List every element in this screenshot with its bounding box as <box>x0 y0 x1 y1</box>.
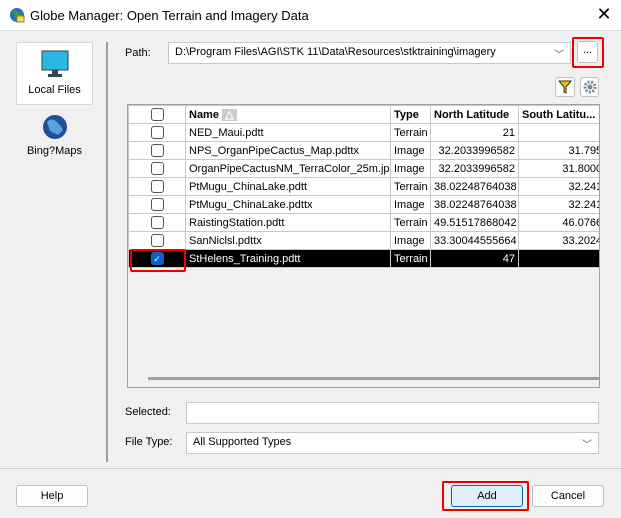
column-header-north-latitude[interactable]: North Latitude <box>430 105 519 124</box>
sidebar-item-label: Bing?Maps <box>26 145 83 157</box>
file-type: Image <box>390 141 431 160</box>
divider <box>106 42 108 462</box>
file-name: OrganPipeCactusNM_TerraColor_25m.jp2 <box>185 159 391 178</box>
path-label: Path: <box>125 47 151 59</box>
select-all-header[interactable] <box>128 105 186 124</box>
column-header-name[interactable]: Name △ <box>185 105 391 124</box>
add-button[interactable]: Add <box>451 485 523 507</box>
file-type: Image <box>390 159 431 178</box>
north-latitude: 32.2033996582 <box>430 159 519 178</box>
sidebar-item-bing-maps[interactable]: Bing?Maps <box>16 112 93 167</box>
sort-ascending-icon: △ <box>222 109 237 121</box>
file-name: PtMugu_ChinaLake.pdttx <box>185 195 391 214</box>
file-name: PtMugu_ChinaLake.pdtt <box>185 177 391 196</box>
table-row[interactable]: ✓ StHelens_Training.pdtt Terrain 47 46 <box>128 249 599 268</box>
source-sidebar: Local Files Bing?Maps <box>16 42 93 467</box>
row-checkbox[interactable] <box>150 126 164 139</box>
globe-app-icon <box>10 8 25 23</box>
file-name: StHelens_Training.pdtt <box>185 249 391 268</box>
south-latitude: 20.5 <box>518 123 599 142</box>
row-checkbox-cell[interactable] <box>128 159 186 178</box>
filter-icon <box>557 80 573 94</box>
row-checkbox[interactable] <box>150 162 164 175</box>
file-type-label: File Type: <box>125 436 173 448</box>
north-latitude: 38.02248764038 <box>430 195 519 214</box>
table-row[interactable]: PtMugu_ChinaLake.pdtt Terrain 38.0224876… <box>128 177 599 196</box>
filter-button[interactable] <box>555 77 575 97</box>
row-checkbox-cell[interactable] <box>128 177 186 196</box>
north-latitude: 33.30044555664 <box>430 231 519 250</box>
file-name: RaistingStation.pdtt <box>185 213 391 232</box>
row-checkbox[interactable] <box>150 216 164 229</box>
file-table: Name △ Type North Latitude South Latitu.… <box>127 104 600 388</box>
north-latitude: 38.02248764038 <box>430 177 519 196</box>
path-combo[interactable]: D:\Program Files\AGI\STK 11\Data\Resourc… <box>168 42 571 64</box>
table-row[interactable]: OrganPipeCactusNM_TerraColor_25m.jp2 Ima… <box>128 159 599 178</box>
gear-icon <box>583 80 596 94</box>
table-row[interactable]: NED_Maui.pdtt Terrain 21 20.5 <box>128 123 599 142</box>
column-header-south-latitude[interactable]: South Latitu... <box>518 105 599 124</box>
north-latitude: 47 <box>430 249 519 268</box>
south-latitude: 31.80002593994 <box>518 159 599 178</box>
north-latitude: 49.51517868042 <box>430 213 519 232</box>
row-checkbox[interactable] <box>150 180 164 193</box>
monitor-icon <box>41 50 68 77</box>
file-name: NED_Maui.pdtt <box>185 123 391 142</box>
file-type-select[interactable]: All Supported Types ﹀ <box>186 432 599 454</box>
table-row[interactable]: PtMugu_ChinaLake.pdttx Image 38.02248764… <box>128 195 599 214</box>
close-button[interactable]: ✕ <box>594 4 614 25</box>
table-row[interactable]: NPS_OrganPipeCactus_Map.pdttx Image 32.2… <box>128 141 599 160</box>
row-checkbox-cell[interactable] <box>128 213 186 232</box>
row-checkbox[interactable] <box>150 198 164 211</box>
settings-button[interactable] <box>580 77 599 97</box>
row-checkbox-cell[interactable] <box>128 123 186 142</box>
row-checkbox-cell[interactable] <box>128 141 186 160</box>
path-value: D:\Program Files\AGI\STK 11\Data\Resourc… <box>175 46 496 58</box>
file-type: Terrain <box>390 123 431 142</box>
file-type: Terrain <box>390 213 431 232</box>
row-checkbox[interactable] <box>150 144 164 157</box>
south-latitude: 46 <box>518 249 599 268</box>
table-header: Name △ Type North Latitude South Latitu.… <box>128 105 599 124</box>
window-title: Globe Manager: Open Terrain and Imagery … <box>30 8 309 23</box>
row-checkbox-cell[interactable] <box>128 195 186 214</box>
horizontal-scrollbar[interactable] <box>148 377 600 380</box>
browse-button[interactable]: ... <box>577 41 598 63</box>
south-latitude: 33.20249557495 <box>518 231 599 250</box>
chevron-down-icon: ﹀ <box>582 440 592 451</box>
south-latitude: 46.07664108276 <box>518 213 599 232</box>
divider <box>0 468 621 469</box>
row-checkbox[interactable] <box>150 234 164 247</box>
file-type: Image <box>390 231 431 250</box>
file-type: Terrain <box>390 177 431 196</box>
cancel-button[interactable]: Cancel <box>532 485 604 507</box>
column-header-type[interactable]: Type <box>390 105 431 124</box>
north-latitude: 32.2033996582 <box>430 141 519 160</box>
selected-input[interactable] <box>186 402 599 424</box>
select-all-checkbox[interactable] <box>150 108 164 121</box>
chevron-down-icon: ﹀ <box>554 50 564 61</box>
file-type: Terrain <box>390 249 431 268</box>
file-type: Image <box>390 195 431 214</box>
title-bar: Globe Manager: Open Terrain and Imagery … <box>0 0 621 31</box>
table-row[interactable]: SanNiclsl.pdttx Image 33.30044555664 33.… <box>128 231 599 250</box>
sidebar-item-label: Local Files <box>28 84 81 96</box>
highlight-box <box>130 249 186 272</box>
globe-icon <box>42 115 67 139</box>
sidebar-item-local-files[interactable]: Local Files <box>16 42 93 105</box>
south-latitude: 32.2412109375 <box>518 195 599 214</box>
south-latitude: 31.7954044342 <box>518 141 599 160</box>
file-name: SanNiclsl.pdttx <box>185 231 391 250</box>
row-checkbox-cell[interactable] <box>128 231 186 250</box>
selected-label: Selected: <box>125 406 171 418</box>
file-name: NPS_OrganPipeCactus_Map.pdttx <box>185 141 391 160</box>
north-latitude: 21 <box>430 123 519 142</box>
south-latitude: 32.2412109375 <box>518 177 599 196</box>
table-row[interactable]: RaistingStation.pdtt Terrain 49.51517868… <box>128 213 599 232</box>
help-button[interactable]: Help <box>16 485 88 507</box>
file-type-value: All Supported Types <box>193 436 292 448</box>
